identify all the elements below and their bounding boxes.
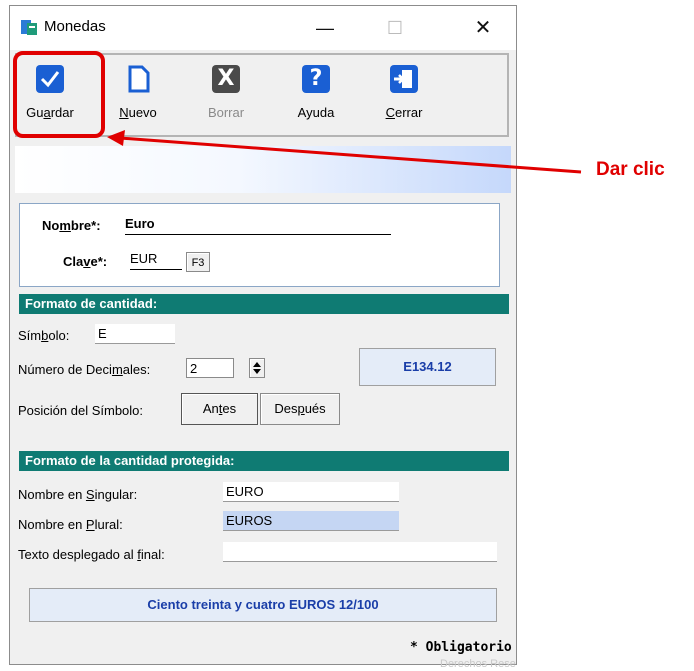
annotation-arrow [107,130,582,174]
dar-clic-annotation: Dar clic [596,159,665,180]
